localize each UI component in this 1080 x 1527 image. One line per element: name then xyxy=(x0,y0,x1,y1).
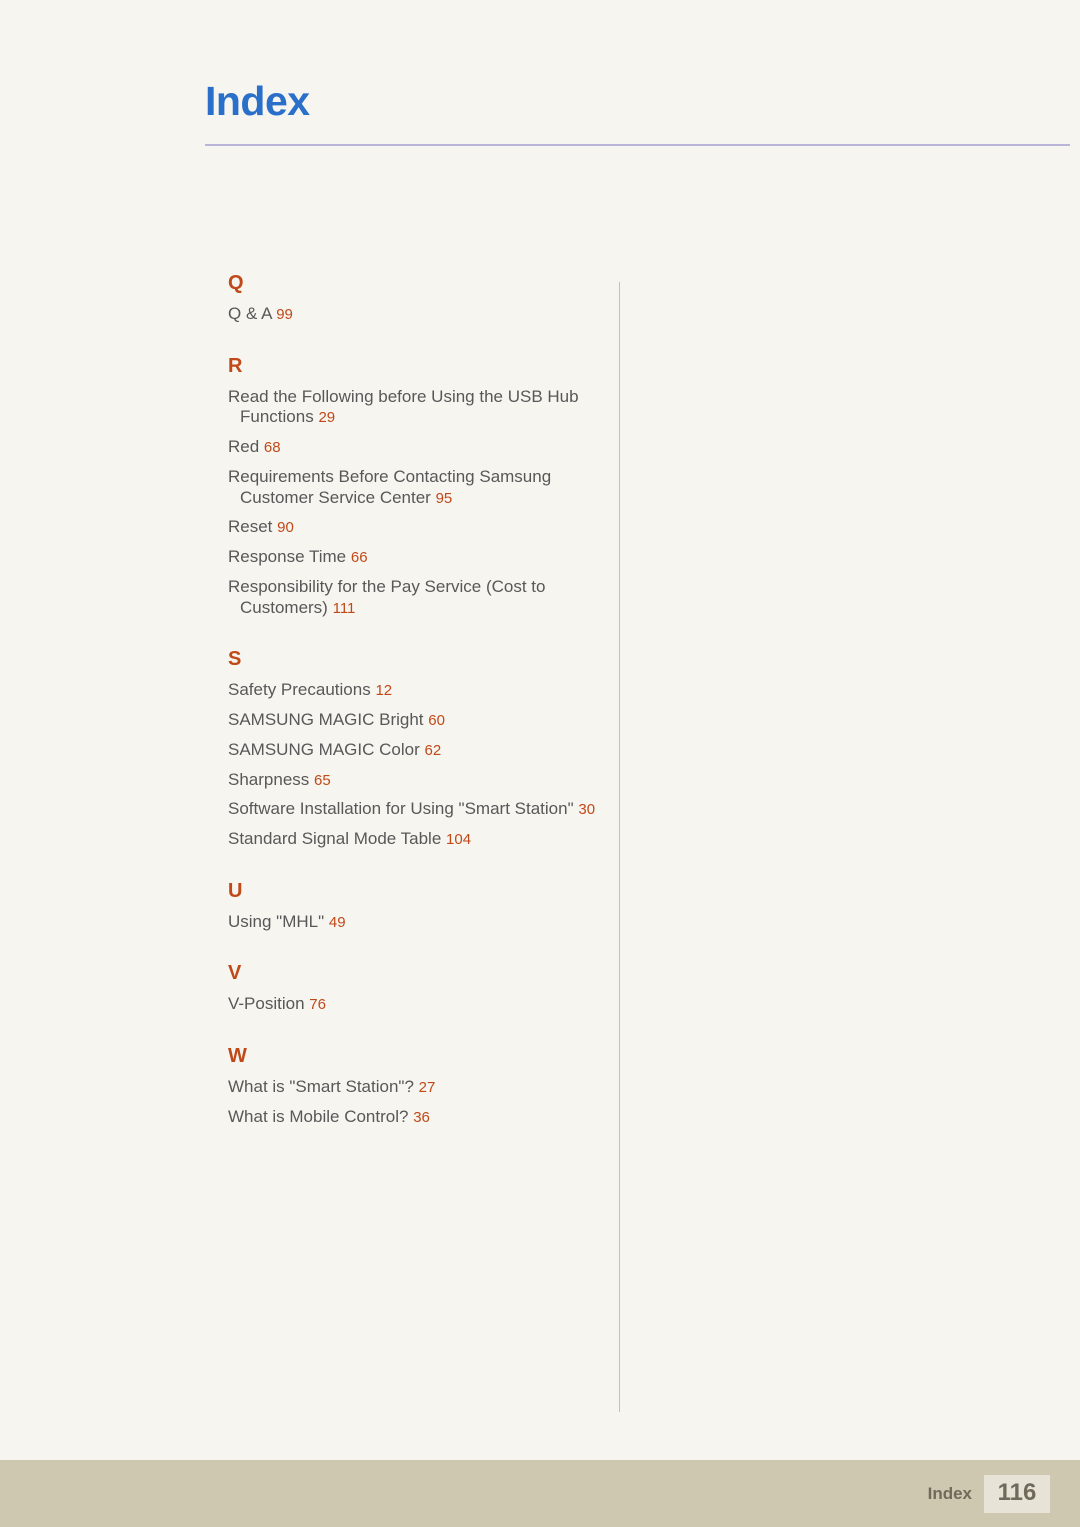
index-entry-page: 12 xyxy=(375,682,393,700)
index-entry-label: SAMSUNG MAGIC Bright xyxy=(228,710,424,730)
index-entry-page: 62 xyxy=(424,741,442,759)
footer-label: Index xyxy=(927,1483,972,1503)
index-entry-page: 36 xyxy=(413,1108,430,1126)
index-entry-label: What is Mobile Control? xyxy=(228,1106,409,1126)
index-entry[interactable]: Requirements Before Contacting Samsung C… xyxy=(228,467,608,508)
title-divider xyxy=(205,144,1070,146)
index-letter-heading: R xyxy=(228,354,243,377)
index-entry-label: V-Position xyxy=(228,994,305,1014)
index-entry-label: Reset xyxy=(228,517,273,537)
index-entry[interactable]: Responsibility for the Pay Service (Cost… xyxy=(228,577,608,618)
index-entry[interactable]: Q & A 99 xyxy=(228,304,608,325)
index-entry[interactable]: Safety Precautions 12 xyxy=(228,680,608,701)
index-entry-label: Q & A xyxy=(228,304,272,323)
index-entry-page: 66 xyxy=(350,549,368,567)
index-entry-page: 76 xyxy=(309,996,326,1014)
index-letter-heading: Q xyxy=(228,272,244,294)
index-entry-page: 60 xyxy=(428,712,445,730)
index-entry[interactable]: Red 68 xyxy=(228,437,608,458)
index-entry[interactable]: Standard Signal Mode Table 104 xyxy=(228,829,608,850)
index-entry-label: Requirements Before Contacting Samsung C… xyxy=(228,466,552,507)
index-entry-page: 68 xyxy=(263,439,281,457)
index-entry[interactable]: What is Mobile Control? 36 xyxy=(228,1107,608,1128)
index-entry-list: Q Q & A 99 R Read the Following before Usin… xyxy=(228,272,608,1137)
index-entry-label: Read the Following before Using the USB … xyxy=(228,386,579,427)
left-margin-band xyxy=(0,0,30,1527)
index-entry-page: 111 xyxy=(332,599,356,617)
bottom-band xyxy=(0,1460,1080,1527)
index-entry-label: SAMSUNG MAGIC Color xyxy=(228,739,420,759)
index-entry-page: 29 xyxy=(318,409,336,427)
index-entry[interactable]: Using "MHL" 49 xyxy=(228,912,608,933)
index-entry[interactable]: Response Time 66 xyxy=(228,547,608,568)
index-entry-label: Using "MHL" xyxy=(228,911,325,931)
index-entry-label: Standard Signal Mode Table xyxy=(228,829,442,849)
index-entry-label: What is "Smart Station"? xyxy=(228,1077,414,1097)
index-letter-heading: V xyxy=(228,962,242,985)
index-page: Index Q Q & A 99 R Read the Following befor… xyxy=(0,0,1080,1527)
column-divider xyxy=(619,282,620,1412)
index-letter-heading: U xyxy=(228,879,243,902)
index-entry[interactable]: Read the Following before Using the USB … xyxy=(228,387,608,428)
index-entry[interactable]: V-Position 76 xyxy=(228,994,608,1015)
index-entry-label: Response Time xyxy=(228,547,347,567)
index-letter-heading: S xyxy=(228,648,242,671)
footer-page-number: 116 xyxy=(984,1474,1050,1513)
index-letter-heading: W xyxy=(228,1045,247,1068)
index-entry[interactable]: SAMSUNG MAGIC Color 62 xyxy=(228,740,608,761)
index-entry-page: 30 xyxy=(578,801,596,819)
index-entry-page: 90 xyxy=(277,519,294,537)
index-entry-label: Safety Precautions xyxy=(228,680,371,700)
index-entry[interactable]: Software Installation for Using "Smart S… xyxy=(228,799,608,820)
page-title: Index xyxy=(205,78,310,124)
index-entry-label: Sharpness xyxy=(228,769,310,789)
index-entry-page: 104 xyxy=(446,831,472,849)
index-entry[interactable]: What is "Smart Station"? 27 xyxy=(228,1077,608,1098)
left-margin-band-inner xyxy=(0,0,30,1460)
index-entry-label: Responsibility for the Pay Service (Cost… xyxy=(228,576,546,617)
index-entry[interactable]: SAMSUNG MAGIC Bright 60 xyxy=(228,710,608,731)
index-entry-page: 99 xyxy=(276,306,293,323)
index-entry-page: 49 xyxy=(328,913,346,931)
index-entry-page: 65 xyxy=(314,771,331,789)
index-entry-label: Red xyxy=(228,437,260,457)
index-entry[interactable]: Sharpness 65 xyxy=(228,770,608,791)
index-entry[interactable]: Reset 90 xyxy=(228,517,608,538)
index-entry-page: 95 xyxy=(435,489,453,507)
index-entry-label: Software Installation for Using "Smart S… xyxy=(228,799,574,819)
page-footer: Index 116 xyxy=(928,1460,1050,1527)
index-entry-page: 27 xyxy=(418,1079,436,1097)
